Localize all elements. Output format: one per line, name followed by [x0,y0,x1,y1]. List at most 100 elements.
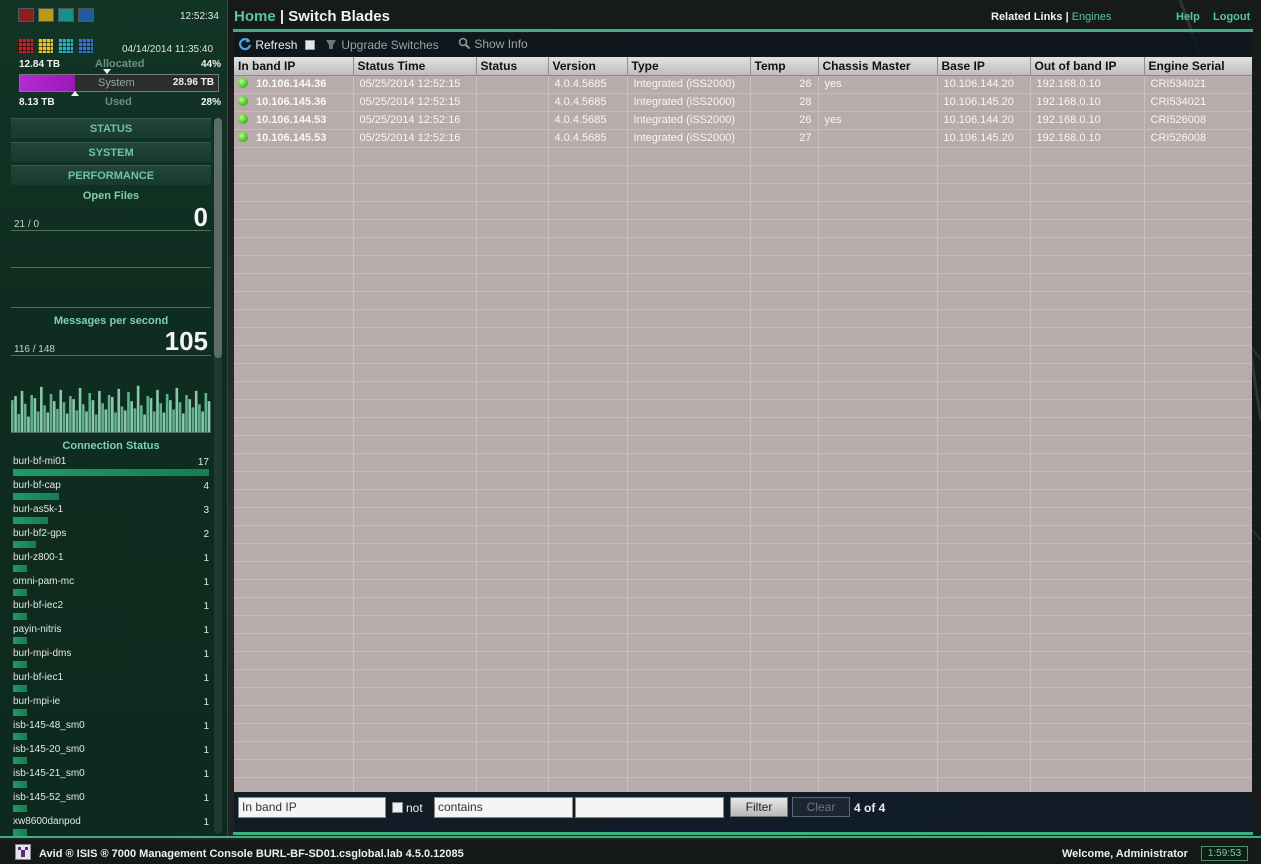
empty-cell [1144,345,1252,364]
connection-item[interactable]: burl-mpi-ie 1 [11,696,211,720]
column-header[interactable]: Status Time [353,57,477,76]
messages-bar [162,412,166,432]
connection-item[interactable]: isb-145-20_sm0 1 [11,744,211,768]
connection-name: burl-as5k-1 [13,504,64,515]
connection-item[interactable]: burl-bf2-gps 2 [11,528,211,552]
empty-row [234,255,1252,274]
status-button[interactable]: STATUS [11,118,211,138]
connection-item[interactable]: burl-bf-mi01 17 [11,456,211,480]
column-header[interactable]: Temp [750,57,819,76]
connection-item[interactable]: omni-pam-mc 1 [11,576,211,600]
empty-cell [476,579,549,598]
empty-cell [548,381,628,400]
empty-cell [234,705,354,724]
column-header[interactable]: Version [548,57,628,76]
raid-red-icon[interactable] [18,39,33,53]
table-row[interactable]: 10.106.144.36 05/25/2014 12:52:15 4.0.4.56… [234,75,1252,94]
messages-bar [172,409,175,432]
connection-item[interactable]: payin-nitris 1 [11,624,211,648]
raid-blue-icon[interactable] [78,39,93,53]
empty-cell [234,345,354,364]
empty-cell [548,363,628,382]
table-row[interactable]: 10.106.145.36 05/25/2014 12:52:15 4.0.4.56… [234,93,1252,112]
column-header[interactable]: In band IP [234,57,354,76]
connection-item[interactable]: isb-145-48_sm0 1 [11,720,211,744]
empty-row [234,759,1252,778]
empty-cell [548,237,628,256]
filter-not-checkbox[interactable] [392,802,403,813]
column-header[interactable]: Status [476,57,549,76]
show-info-button[interactable]: Show Info [458,37,528,51]
logout-link[interactable]: Logout [1213,11,1250,23]
filter-value-input[interactable] [575,797,724,818]
red-square-icon[interactable] [18,8,34,22]
table-cell: 4.0.4.5685 [548,93,628,112]
connection-name: burl-bf-cap [13,480,61,491]
filter-field-select[interactable]: In band IP [238,797,386,818]
empty-cell [234,561,354,580]
blue-square-icon[interactable] [78,8,94,22]
column-header[interactable]: Out of band IP [1030,57,1145,76]
messages-bar [207,401,211,432]
empty-cell [234,183,354,202]
connection-item[interactable]: burl-as5k-1 3 [11,504,211,528]
system-button[interactable]: SYSTEM [11,142,211,162]
left-scrollbar-thumb[interactable] [214,118,222,358]
empty-cell [937,705,1031,724]
auto-refresh-checkbox[interactable] [304,40,315,50]
empty-cell [750,165,819,184]
connection-item[interactable]: isb-145-21_sm0 1 [11,768,211,792]
messages-bar [133,408,137,432]
refresh-button[interactable]: Refresh [238,37,315,52]
header-divider [233,29,1253,32]
filter-operator-select[interactable]: contains [434,797,573,818]
column-header[interactable]: Base IP [937,57,1031,76]
empty-cell [548,597,628,616]
upgrade-switches-button[interactable]: Upgrade Switches [324,37,439,52]
help-link[interactable]: Help [1176,11,1200,23]
column-header[interactable]: Chassis Master [818,57,938,76]
empty-cell [627,363,751,382]
empty-cell [548,525,628,544]
connection-item[interactable]: burl-bf-cap 4 [11,480,211,504]
performance-button[interactable]: PERFORMANCE [11,165,211,185]
empty-cell [937,525,1031,544]
empty-cell [1030,741,1145,760]
empty-cell [548,741,628,760]
empty-cell [818,453,938,472]
left-scrollbar[interactable] [214,118,222,834]
allocated-pct: 44% [200,59,221,70]
connection-item[interactable]: burl-bf-iec2 1 [11,600,211,624]
empty-cell [234,723,354,742]
raid-yellow-icon[interactable] [38,39,53,53]
empty-cell [548,723,628,742]
connection-item[interactable]: burl-mpi-dms 1 [11,648,211,672]
table-row[interactable]: 10.106.145.53 05/25/2014 12:52:16 4.0.4.56… [234,129,1252,148]
raid-teal-icon[interactable] [58,39,73,53]
connection-item[interactable]: burl-bf-iec1 1 [11,672,211,696]
empty-cell [353,147,477,166]
column-header[interactable]: Type [627,57,751,76]
connection-item[interactable]: isb-145-52_sm0 1 [11,792,211,816]
empty-row [234,561,1252,580]
empty-cell [818,165,938,184]
raid-icons [18,39,93,53]
filter-button[interactable]: Filter [730,797,788,817]
engines-link[interactable]: Engines [1072,11,1112,23]
empty-cell [353,669,477,688]
yellow-square-icon[interactable] [38,8,54,22]
empty-cell [548,147,628,166]
table-row[interactable]: 10.106.144.53 05/25/2014 12:52:16 4.0.4.56… [234,111,1252,130]
teal-square-icon[interactable] [58,8,74,22]
connection-item[interactable]: burl-z800-1 1 [11,552,211,576]
connection-count: 1 [203,649,209,660]
breadcrumb-home[interactable]: Home [234,8,276,25]
connection-bar [13,709,27,716]
empty-row [234,381,1252,400]
clear-button[interactable]: Clear [792,797,850,817]
empty-cell [548,579,628,598]
empty-cell [234,273,354,292]
empty-cell [476,615,549,634]
column-header[interactable]: Engine Serial [1144,57,1252,76]
messages-bar [30,395,33,432]
